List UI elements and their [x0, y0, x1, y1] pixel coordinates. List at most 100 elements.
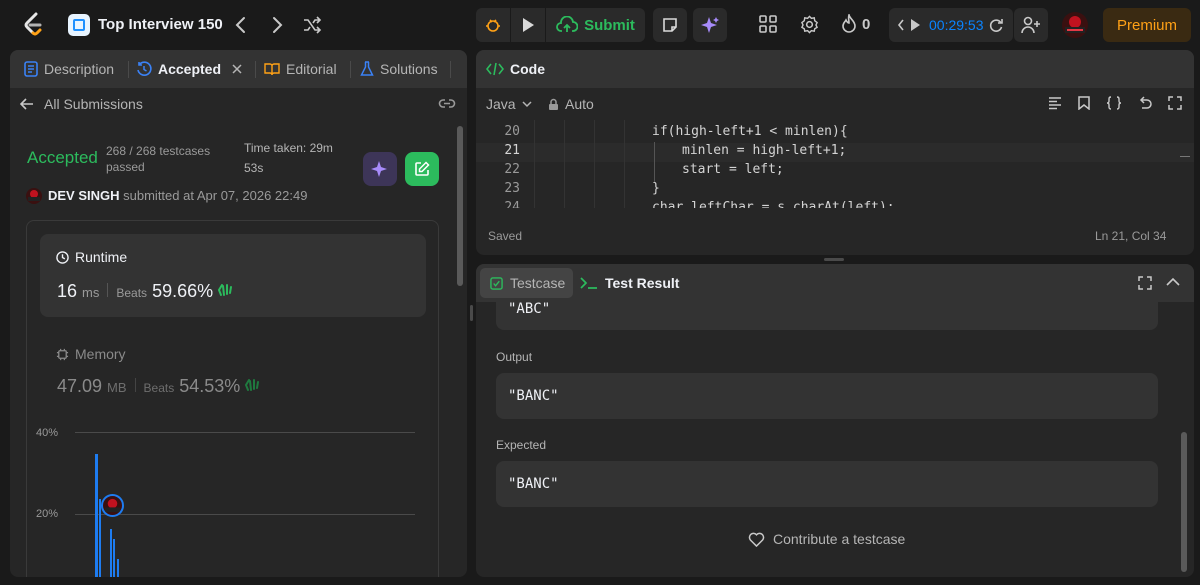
minimap-marker — [1180, 156, 1190, 157]
indent-guide — [654, 142, 655, 182]
edit-icon — [415, 161, 430, 176]
vertical-resize-handle[interactable] — [470, 305, 473, 321]
tab-code[interactable]: Code — [486, 61, 545, 77]
tab-testcase[interactable]: Testcase — [480, 268, 573, 298]
premium-button[interactable]: Premium — [1103, 8, 1191, 42]
gridline — [75, 514, 415, 515]
distribution-bar[interactable] — [113, 539, 115, 577]
timer-collapse-icon[interactable] — [897, 18, 905, 32]
stats-container: Runtime 16 ms Beats 59.66% Memory 47.09 … — [26, 220, 439, 577]
tab-solutions[interactable]: Solutions — [360, 61, 438, 77]
tab-divider — [350, 61, 351, 78]
distribution-bar[interactable] — [95, 454, 98, 577]
prev-problem-icon[interactable] — [234, 14, 248, 39]
heart-icon — [748, 532, 765, 547]
add-user-icon — [1021, 16, 1040, 34]
runtime-card[interactable]: Runtime 16 ms Beats 59.66% — [40, 234, 426, 317]
close-tab-icon[interactable] — [231, 63, 243, 75]
contribute-testcase-link[interactable]: Contribute a testcase — [748, 531, 905, 547]
memory-unit: MB — [107, 380, 127, 395]
input-value-box[interactable]: "ABC" — [496, 302, 1158, 330]
saved-status: Saved — [488, 229, 523, 243]
next-problem-icon[interactable] — [270, 14, 284, 39]
code-panel: Code Java Auto 20 if(high-left+1 < minle… — [476, 50, 1194, 255]
user-avatar[interactable] — [1062, 12, 1088, 38]
user-name[interactable]: DEV SINGH — [48, 188, 120, 203]
tab-accepted[interactable]: Accepted — [136, 61, 243, 77]
output-label: Output — [496, 350, 533, 364]
code-editor[interactable]: 20 if(high-left+1 < minlen){ 21 minlen =… — [476, 120, 1194, 208]
divider — [134, 378, 136, 392]
debug-button[interactable] — [476, 8, 510, 42]
expand-icon[interactable] — [1168, 96, 1182, 110]
submit-label: Submit — [584, 16, 635, 34]
streak-fire-icon[interactable] — [841, 12, 857, 37]
status-accepted: Accepted — [27, 148, 98, 167]
edit-code-button[interactable] — [405, 152, 439, 186]
ai-analyze-button[interactable] — [363, 152, 397, 186]
distribution-bar[interactable] — [117, 559, 119, 577]
timer-widget[interactable]: 00:29:53 — [889, 8, 1013, 42]
lock-icon — [549, 98, 558, 110]
chevron-up-icon[interactable] — [1166, 277, 1180, 287]
braces-icon[interactable] — [1106, 96, 1122, 110]
clap-icon — [245, 379, 260, 391]
shuffle-icon[interactable] — [302, 15, 322, 38]
left-tabbar: Description Accepted Editorial Solutions — [10, 50, 467, 88]
timer-value: 00:29:53 — [929, 17, 984, 33]
share-link-icon[interactable] — [438, 96, 456, 113]
tab-test-result[interactable]: Test Result — [580, 275, 679, 291]
auto-mode[interactable]: Auto — [548, 96, 594, 112]
submitted-at: submitted at Apr 07, 2026 22:49 — [123, 188, 308, 203]
indent-guide — [624, 120, 625, 208]
left-scrollbar[interactable] — [457, 126, 463, 286]
input-value: "ABC" — [508, 302, 551, 317]
expected-value-box[interactable]: "BANC" — [496, 461, 1158, 507]
tab-editorial[interactable]: Editorial — [264, 61, 337, 77]
test-scrollbar[interactable] — [1181, 432, 1187, 572]
problem-list-icon[interactable] — [68, 14, 90, 36]
memory-header[interactable]: Memory — [56, 346, 126, 362]
invite-button[interactable] — [1014, 8, 1048, 42]
horizontal-resize-handle[interactable] — [824, 258, 844, 261]
submit-button[interactable]: Submit — [546, 8, 645, 42]
settings-gear-icon[interactable] — [800, 15, 819, 37]
undo-icon[interactable] — [1138, 96, 1152, 110]
sparkle-icon — [371, 161, 387, 177]
runtime-value: 16 — [57, 281, 78, 301]
language-label: Java — [486, 96, 516, 112]
timer-play-icon[interactable] — [910, 18, 921, 32]
language-selector[interactable]: Java — [486, 96, 532, 112]
bookmark-icon[interactable] — [1078, 96, 1090, 110]
cursor-position: Ln 21, Col 34 — [1095, 229, 1167, 243]
tab-divider — [255, 61, 256, 78]
distribution-bar[interactable] — [99, 499, 101, 577]
your-position-avatar[interactable] — [101, 494, 124, 517]
distribution-bar[interactable] — [110, 529, 112, 577]
problem-list-title[interactable]: Top Interview 150 — [98, 16, 223, 33]
ai-assist-button[interactable] — [693, 8, 727, 42]
leetcode-logo[interactable] — [22, 12, 46, 38]
code-line: 20 if(high-left+1 < minlen){ — [504, 124, 848, 139]
tab-description[interactable]: Description — [24, 61, 114, 77]
time-taken: Time taken: 29m 53s — [244, 141, 333, 175]
all-submissions-link[interactable]: All Submissions — [20, 96, 143, 112]
runtime-stats: 16 ms Beats 59.66% — [57, 281, 233, 302]
notes-button[interactable] — [653, 8, 687, 42]
book-icon — [264, 63, 280, 76]
timer-reset-icon[interactable] — [988, 17, 1004, 33]
history-icon — [137, 61, 152, 76]
output-value-box[interactable]: "BANC" — [496, 373, 1158, 419]
layout-icon[interactable] — [759, 15, 777, 36]
expand-icon[interactable] — [1138, 276, 1152, 290]
format-align-icon[interactable] — [1048, 96, 1062, 110]
indent-guide — [564, 120, 565, 208]
user-avatar-small[interactable] — [26, 188, 42, 204]
submission-detail: Accepted 268 / 268 testcases passed Time… — [10, 122, 467, 577]
code-line: 22 start = left; — [504, 162, 784, 177]
run-button[interactable] — [511, 8, 545, 42]
divider — [107, 283, 109, 297]
expected-value: "BANC" — [508, 476, 559, 492]
test-result-content: "ABC" Output "BANC" Expected "BANC" Cont… — [476, 302, 1194, 577]
code-line: 23 } — [504, 181, 660, 196]
